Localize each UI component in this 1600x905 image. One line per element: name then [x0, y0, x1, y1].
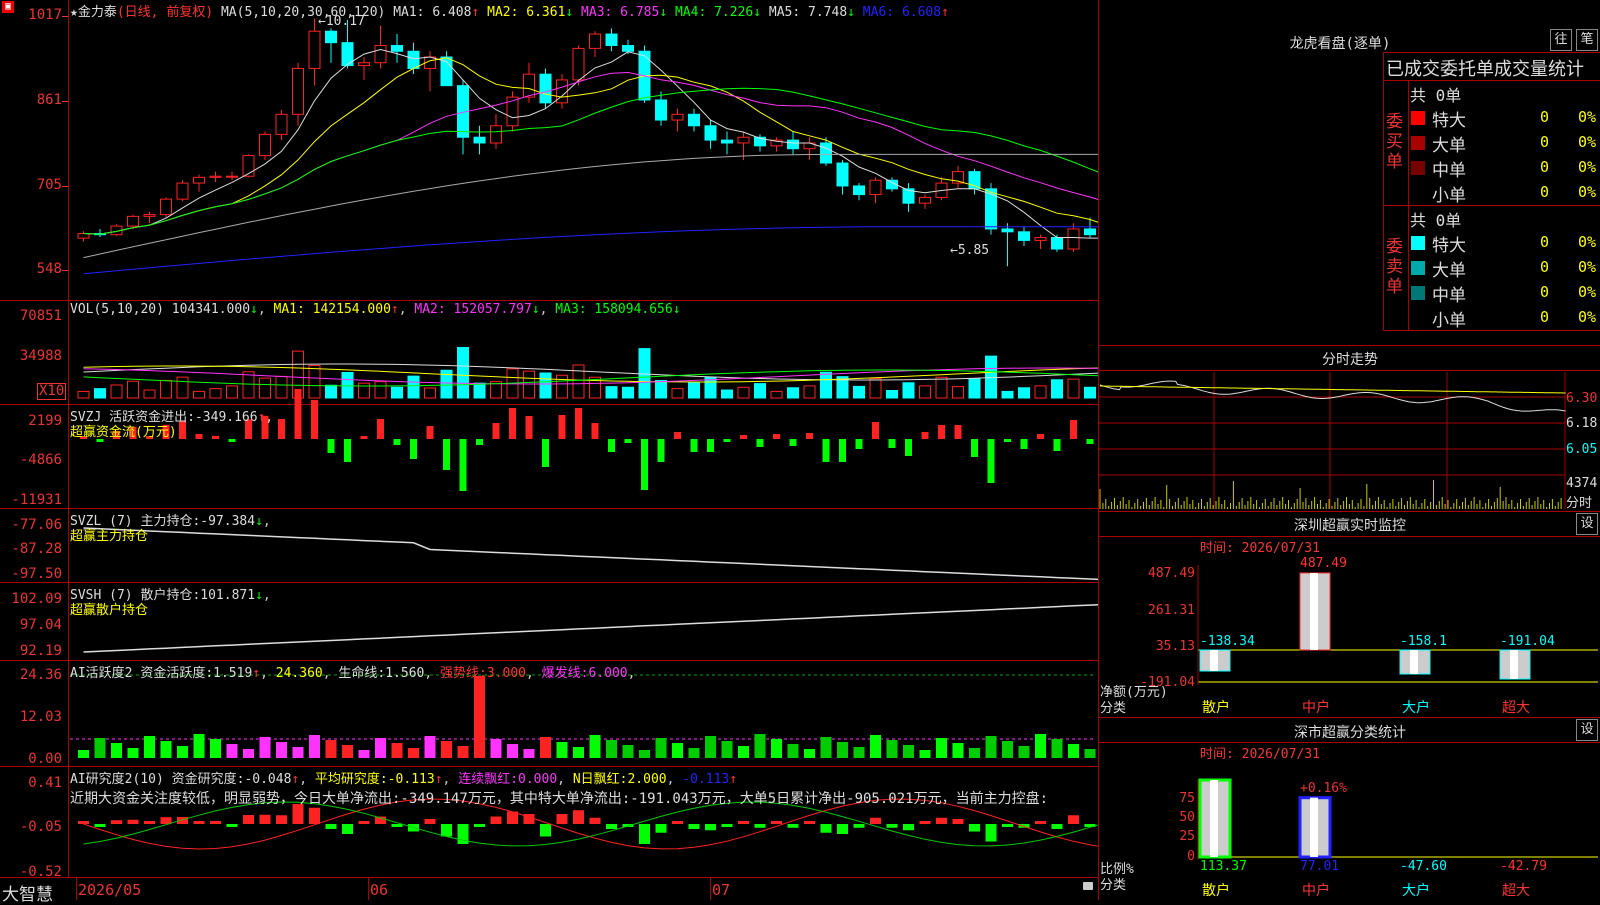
classify-time: 时间: 2026/07/31: [1200, 747, 1320, 762]
classify-bar-highlight: [1310, 797, 1318, 857]
classify-category: 中户: [1302, 883, 1330, 899]
intraday-vol-unit: 分时: [1566, 496, 1593, 511]
classify-value: -42.79: [1500, 859, 1547, 874]
classify-axis-label: 25: [1179, 829, 1195, 844]
classify-axis-label: 50: [1179, 810, 1195, 825]
monitor-value: 487.49: [1300, 556, 1347, 571]
monitor-time: 时间: 2026/07/31: [1200, 541, 1320, 556]
monitor-category: 中户: [1302, 700, 1330, 716]
monitor-value: -191.04: [1500, 634, 1555, 649]
monitor-category: 超大: [1502, 700, 1530, 716]
monitor-bar-highlight: [1310, 573, 1318, 650]
intraday-vol-label: 4374: [1566, 476, 1598, 491]
monitor-bar-highlight: [1410, 650, 1418, 674]
classify-axis-label: 75: [1179, 791, 1195, 806]
intraday-price-line: [1099, 380, 1566, 412]
divider: [1098, 511, 1600, 512]
monitor-axis-label: 487.49: [1148, 566, 1195, 581]
classify-category: 超大: [1502, 883, 1530, 899]
divider: [1098, 536, 1600, 537]
intraday-chart[interactable]: [0, 0, 1600, 900]
intraday-axis-label: 6.30: [1566, 391, 1598, 406]
intraday-axis-label: 6.18: [1566, 416, 1598, 431]
classify-top-note: +0.16%: [1300, 781, 1347, 796]
classify-axis-label: 0: [1187, 849, 1195, 864]
monitor-axis-label: 35.13: [1155, 639, 1195, 654]
classify-value: 77.01: [1300, 859, 1340, 874]
classify-bar-highlight: [1210, 780, 1218, 857]
monitor-value: -158.1: [1400, 634, 1447, 649]
monitor-value: -138.34: [1200, 634, 1255, 649]
classify-category: 散户: [1202, 883, 1230, 899]
classify-category: 大户: [1402, 883, 1430, 899]
classify-settings-button[interactable]: 设: [1576, 719, 1598, 741]
monitor-axis-label: 261.31: [1148, 603, 1195, 618]
monitor-bar-highlight: [1510, 650, 1518, 679]
divider: [1098, 742, 1600, 743]
intraday-axis-label: 6.05: [1566, 442, 1598, 457]
monitor-bar-highlight: [1210, 650, 1218, 672]
monitor-settings-button[interactable]: 设: [1576, 513, 1598, 535]
classify-value: -47.60: [1400, 859, 1447, 874]
monitor-category: 大户: [1402, 700, 1430, 716]
monitor-title: 深圳超赢实时监控: [1294, 518, 1406, 534]
intraday-avg-line: [1100, 385, 1566, 394]
divider: [1098, 717, 1600, 718]
monitor-xlabel: 分类: [1100, 701, 1127, 716]
monitor-category: 散户: [1202, 700, 1230, 716]
classify-title: 深市超赢分类统计: [1294, 725, 1406, 741]
classify-value: 113.37: [1200, 859, 1247, 874]
classify-xlabel: 分类: [1100, 878, 1127, 893]
